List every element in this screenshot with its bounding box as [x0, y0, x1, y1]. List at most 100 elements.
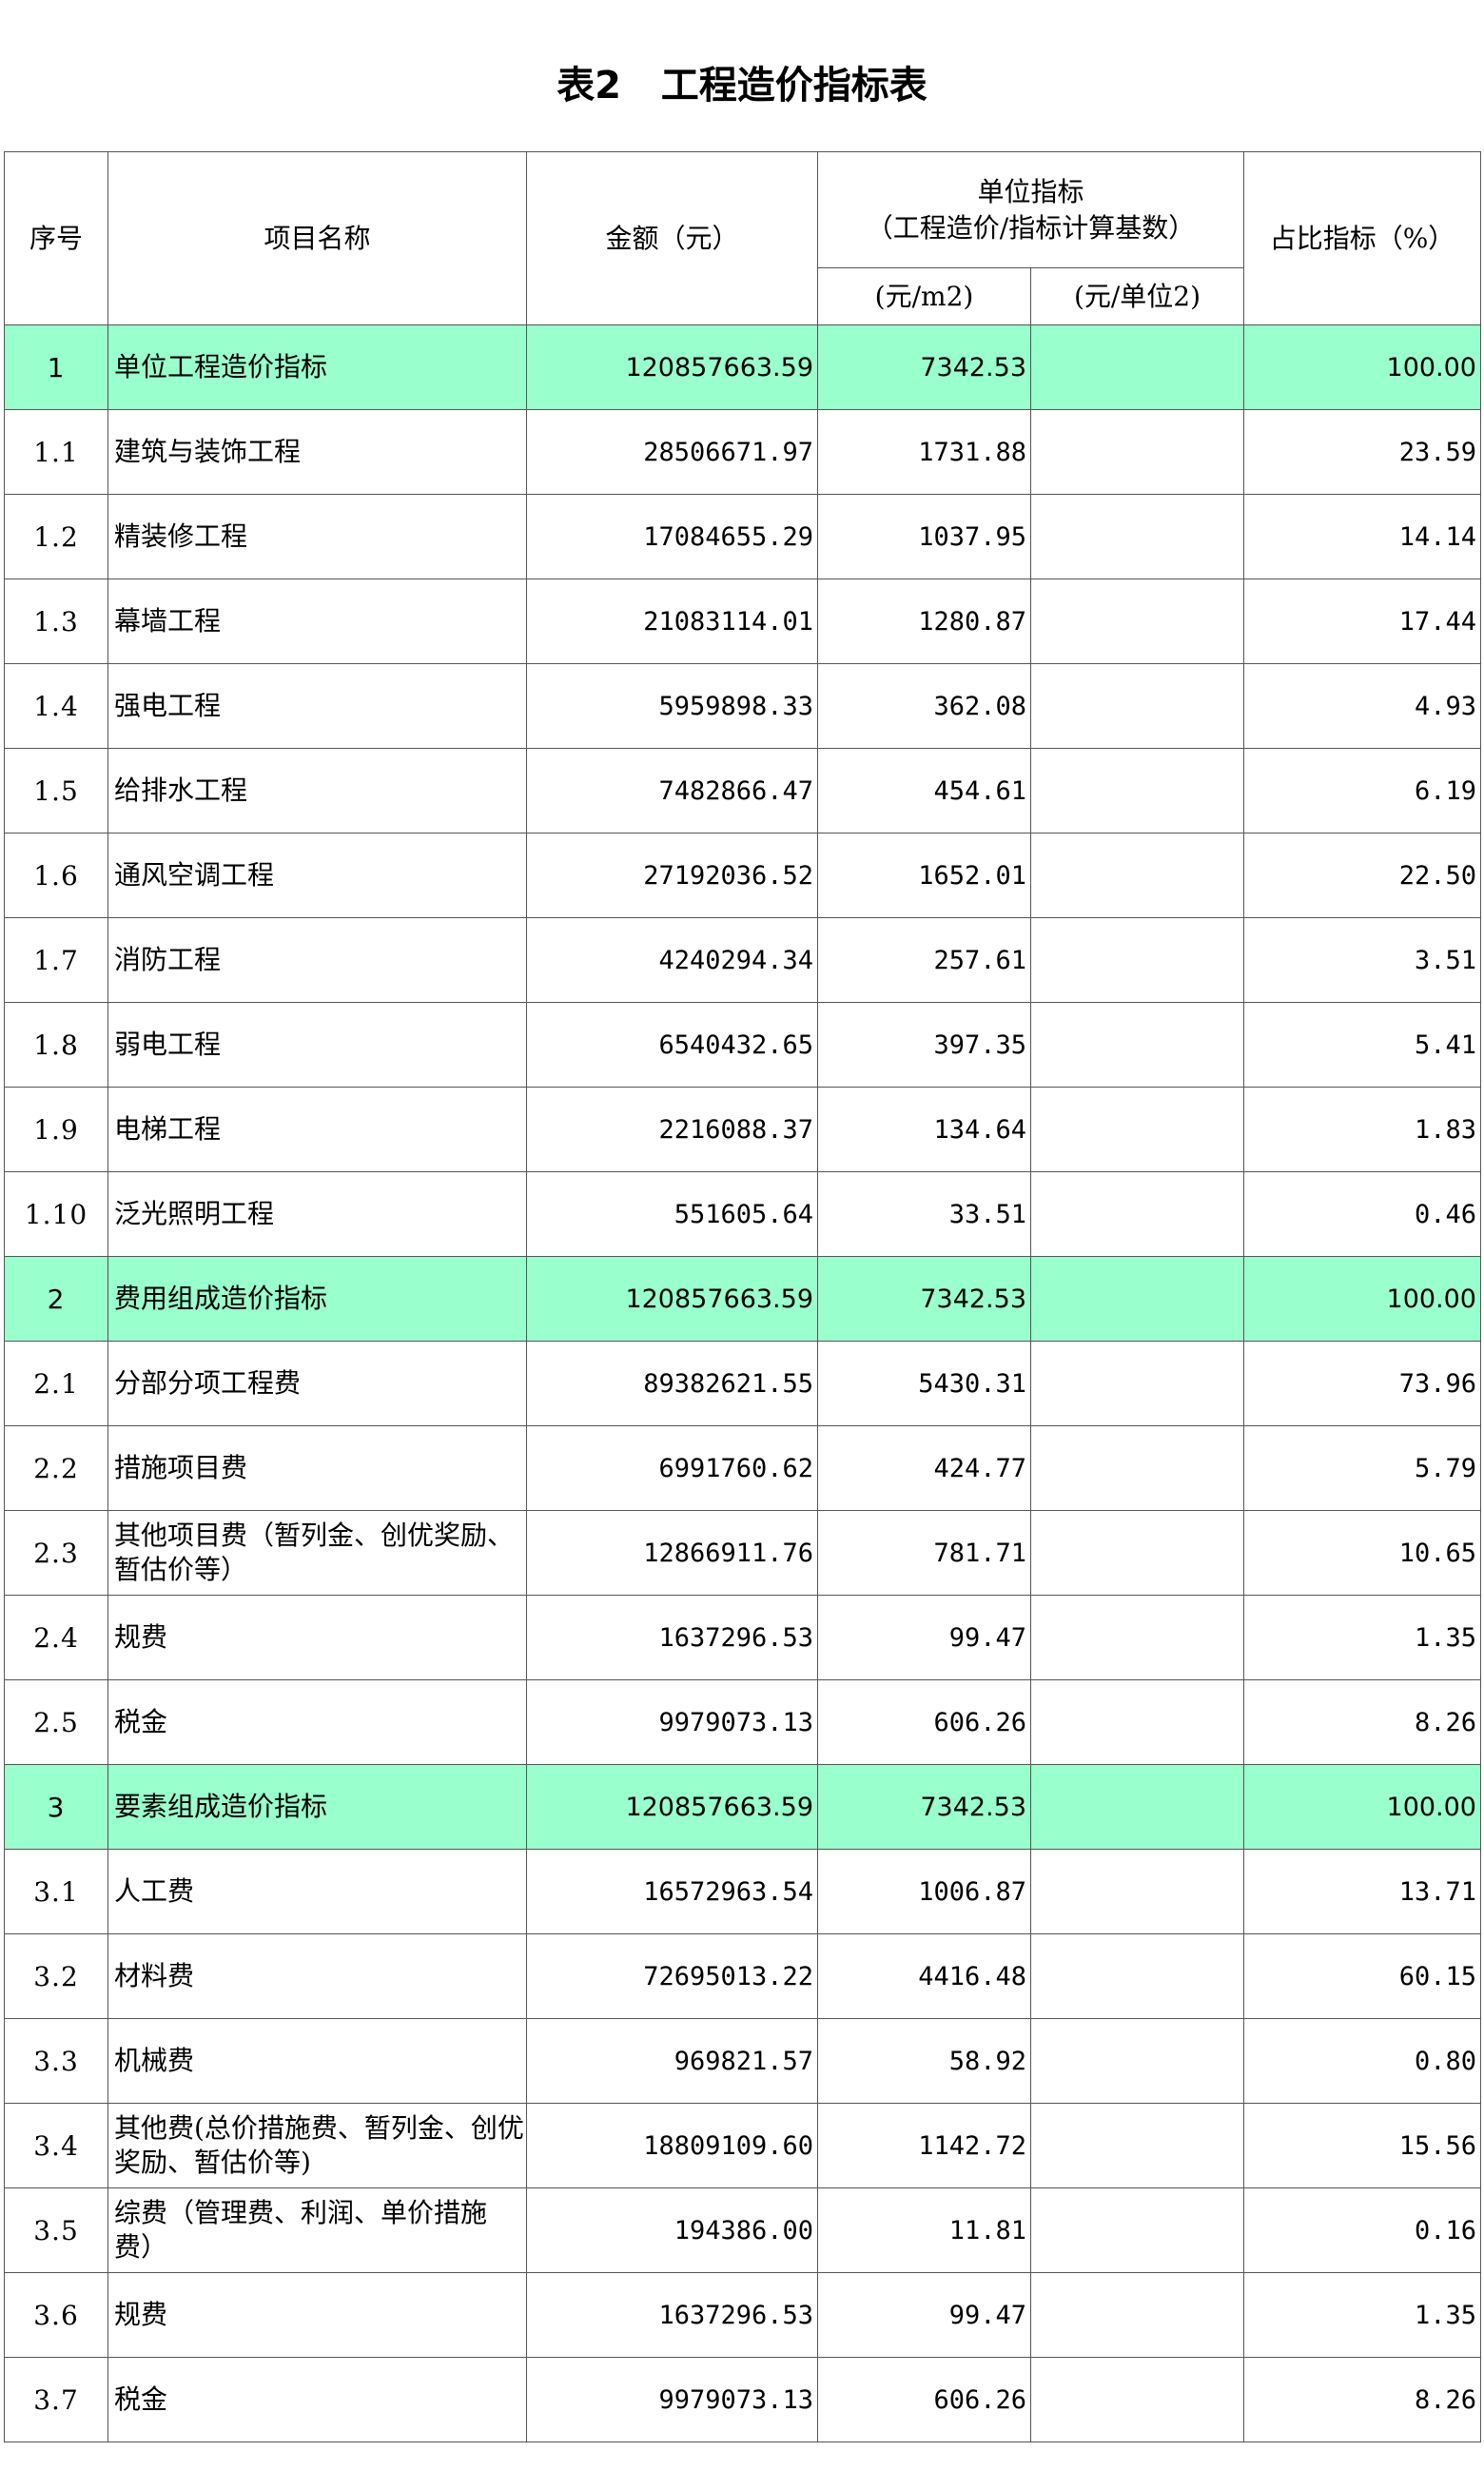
cell-ratio: 23.59 [1243, 409, 1481, 495]
cell-amount: 21083114.01 [526, 579, 818, 664]
cell-no: 2.1 [4, 1341, 108, 1426]
cell-per-unit2 [1030, 324, 1244, 410]
table-row: 3.3 机械费 969821.57 58.92 0.80 [4, 2018, 1481, 2104]
cell-name: 费用组成造价指标 [107, 1256, 527, 1342]
cell-per-unit2 [1030, 1510, 1244, 1596]
cell-no: 2.3 [4, 1510, 108, 1596]
header-unit-index: 单位指标 （工程造价/指标计算基数） [817, 151, 1244, 268]
header-amount: 金额（元） [526, 151, 818, 325]
cell-no: 3.7 [4, 2357, 108, 2442]
cell-amount: 194386.00 [526, 2187, 818, 2273]
cell-per-unit2 [1030, 917, 1244, 1003]
cell-per-m2: 11.81 [817, 2187, 1031, 2273]
cell-ratio: 0.80 [1243, 2018, 1481, 2104]
header-name: 项目名称 [107, 151, 527, 325]
cell-per-m2: 781.71 [817, 1510, 1031, 1596]
group-row: 3 要素组成造价指标 120857663.59 7342.53 100.00 [4, 1764, 1481, 1850]
cell-name: 消防工程 [107, 917, 527, 1003]
cell-per-unit2 [1030, 2357, 1244, 2442]
table-row: 1.6 通风空调工程 27192036.52 1652.01 22.50 [4, 833, 1481, 918]
cell-no: 1.9 [4, 1087, 108, 1172]
table-body: 1 单位工程造价指标 120857663.59 7342.53 100.00 1.1 建筑与… [4, 324, 1481, 2442]
cell-per-unit2 [1030, 1933, 1244, 2019]
table-row: 1.10 泛光照明工程 551605.64 33.51 0.46 [4, 1171, 1481, 1257]
cell-name: 给排水工程 [107, 748, 527, 833]
cell-per-unit2 [1030, 1002, 1244, 1088]
cell-per-unit2 [1030, 2103, 1244, 2188]
cell-amount: 1637296.53 [526, 2272, 818, 2358]
cell-name: 税金 [107, 2357, 527, 2442]
table-row: 1.2 精装修工程 17084655.29 1037.95 14.14 [4, 494, 1481, 579]
cell-per-m2: 58.92 [817, 2018, 1031, 2104]
cell-no: 3.2 [4, 1933, 108, 2019]
cell-per-unit2 [1030, 1425, 1244, 1511]
table-row: 1.5 给排水工程 7482866.47 454.61 6.19 [4, 748, 1481, 833]
header-unit-index-line2: （工程造价/指标计算基数） [866, 211, 1196, 244]
cell-per-unit2 [1030, 409, 1244, 495]
table-row: 1.7 消防工程 4240294.34 257.61 3.51 [4, 917, 1481, 1003]
cell-no: 3.1 [4, 1849, 108, 1934]
cell-name: 单位工程造价指标 [107, 324, 527, 410]
cell-amount: 969821.57 [526, 2018, 818, 2104]
cell-ratio: 100.00 [1243, 1764, 1481, 1850]
table-row: 2.4 规费 1637296.53 99.47 1.35 [4, 1595, 1481, 1680]
cell-per-unit2 [1030, 494, 1244, 579]
cell-per-unit2 [1030, 2018, 1244, 2104]
page-title: 表2 工程造价指标表 [556, 64, 928, 108]
cost-index-table: 序号 项目名称 金额（元） 单位指标 （工程造价/指标计算基数） 占比指标（%）… [4, 151, 1481, 2442]
cell-per-m2: 362.08 [817, 663, 1031, 749]
cell-per-unit2 [1030, 1764, 1244, 1850]
cell-no: 3.6 [4, 2272, 108, 2358]
cell-amount: 4240294.34 [526, 917, 818, 1003]
cell-per-m2: 1142.72 [817, 2103, 1031, 2188]
cell-ratio: 15.56 [1243, 2103, 1481, 2188]
cell-per-m2: 33.51 [817, 1171, 1031, 1257]
table-row: 1.8 弱电工程 6540432.65 397.35 5.41 [4, 1002, 1481, 1088]
cell-per-m2: 1652.01 [817, 833, 1031, 918]
cell-name: 精装修工程 [107, 494, 527, 579]
cell-per-m2: 424.77 [817, 1425, 1031, 1511]
cell-name: 通风空调工程 [107, 833, 527, 918]
header-unit-per2: (元/单位2) [1030, 267, 1244, 325]
header-unit-m2: (元/m2) [817, 267, 1031, 325]
cell-name: 建筑与装饰工程 [107, 409, 527, 495]
cell-per-m2: 5430.31 [817, 1341, 1031, 1426]
cell-amount: 27192036.52 [526, 833, 818, 918]
cell-ratio: 0.16 [1243, 2187, 1481, 2273]
cell-ratio: 4.93 [1243, 663, 1481, 749]
cell-per-unit2 [1030, 2272, 1244, 2358]
cell-per-m2: 257.61 [817, 917, 1031, 1003]
cell-no: 3.4 [4, 2103, 108, 2188]
cell-ratio: 100.00 [1243, 1256, 1481, 1342]
cell-per-unit2 [1030, 1679, 1244, 1765]
cell-ratio: 0.46 [1243, 1171, 1481, 1257]
cell-no: 1.7 [4, 917, 108, 1003]
group-row: 2 费用组成造价指标 120857663.59 7342.53 100.00 [4, 1256, 1481, 1342]
cell-amount: 89382621.55 [526, 1341, 818, 1426]
cell-name: 弱电工程 [107, 1002, 527, 1088]
cell-no: 1.3 [4, 579, 108, 664]
cell-amount: 12866911.76 [526, 1510, 818, 1596]
cell-no: 3.3 [4, 2018, 108, 2104]
cell-ratio: 13.71 [1243, 1849, 1481, 1934]
cell-name: 综费（管理费、利润、单价措施费） [107, 2187, 527, 2273]
cell-amount: 9979073.13 [526, 1679, 818, 1765]
cell-name: 材料费 [107, 1933, 527, 2019]
cell-ratio: 6.19 [1243, 748, 1481, 833]
cell-amount: 2216088.37 [526, 1087, 818, 1172]
table-row: 2.5 税金 9979073.13 606.26 8.26 [4, 1679, 1481, 1765]
cell-amount: 28506671.97 [526, 409, 818, 495]
cell-no: 1.4 [4, 663, 108, 749]
cell-ratio: 60.15 [1243, 1933, 1481, 2019]
table-row: 3.2 材料费 72695013.22 4416.48 60.15 [4, 1933, 1481, 2019]
table-row: 1.1 建筑与装饰工程 28506671.97 1731.88 23.59 [4, 409, 1481, 495]
cell-no: 1.5 [4, 748, 108, 833]
cell-no: 1.2 [4, 494, 108, 579]
cell-name: 措施项目费 [107, 1425, 527, 1511]
table-row: 2.3 其他项目费（暂列金、创优奖励、暂估价等） 12866911.76 781.71… [4, 1510, 1481, 1596]
cell-amount: 9979073.13 [526, 2357, 818, 2442]
cell-per-m2: 7342.53 [817, 1256, 1031, 1342]
table-row: 1.9 电梯工程 2216088.37 134.64 1.83 [4, 1087, 1481, 1172]
cell-amount: 7482866.47 [526, 748, 818, 833]
cell-amount: 72695013.22 [526, 1933, 818, 2019]
